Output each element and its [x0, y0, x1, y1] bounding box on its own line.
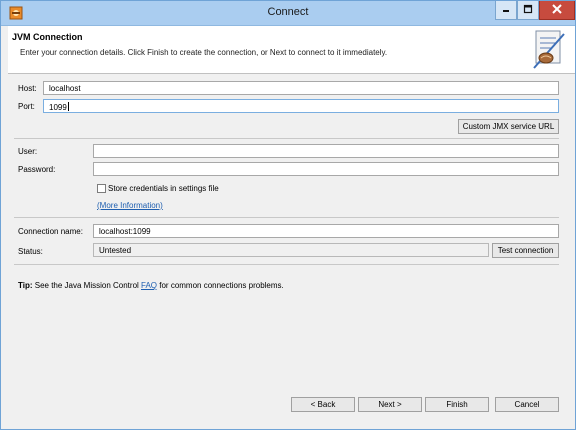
host-field[interactable]: localhost: [43, 81, 559, 95]
close-button[interactable]: [539, 1, 575, 20]
host-label: Host:: [18, 84, 37, 93]
tip-prefix: Tip:: [18, 281, 33, 290]
maximize-button[interactable]: [517, 1, 539, 20]
status-label: Status:: [18, 247, 43, 256]
next-button[interactable]: Next >: [358, 397, 422, 412]
store-credentials-checkbox[interactable]: [97, 184, 106, 193]
connection-name-label: Connection name:: [18, 227, 83, 236]
wizard-title: JVM Connection: [12, 32, 83, 42]
faq-link[interactable]: FAQ: [141, 281, 157, 290]
tip-text-before: See the Java Mission Control: [32, 281, 142, 290]
wizard-description: Enter your connection details. Click Fin…: [20, 48, 388, 57]
password-field[interactable]: [93, 162, 559, 176]
close-icon: [551, 3, 563, 17]
separator: [14, 264, 559, 265]
title-bar[interactable]: Connect: [1, 1, 575, 26]
finish-button[interactable]: Finish: [425, 397, 489, 412]
maximize-icon: [523, 4, 533, 16]
minimize-button[interactable]: [495, 1, 517, 20]
wizard-content: Host: localhost Port: 1099 Custom JMX se…: [8, 74, 575, 428]
wizard-header: JVM Connection Enter your connection det…: [8, 26, 575, 74]
store-credentials-label: Store credentials in settings file: [108, 184, 219, 193]
password-label: Password:: [18, 165, 56, 174]
text-caret: [67, 102, 69, 111]
port-field[interactable]: 1099: [43, 99, 559, 113]
cancel-button[interactable]: Cancel: [495, 397, 559, 412]
user-label: User:: [18, 147, 38, 156]
back-button[interactable]: < Back: [291, 397, 355, 412]
test-connection-button[interactable]: Test connection: [492, 243, 559, 258]
minimize-icon: [501, 4, 511, 16]
status-field: Untested: [93, 243, 489, 257]
jvm-connection-wizard-icon: [526, 28, 570, 72]
more-information-link[interactable]: (More Information): [97, 201, 163, 210]
separator: [14, 138, 559, 139]
tip-text: Tip: See the Java Mission Control FAQ fo…: [18, 281, 284, 290]
separator: [14, 217, 559, 218]
tip-text-after: for common connections problems.: [157, 281, 284, 290]
user-field[interactable]: [93, 144, 559, 158]
window-title: Connect: [267, 6, 309, 18]
connect-dialog: Connect JVM Connection Enter your connec…: [0, 0, 576, 430]
port-label: Port:: [18, 102, 35, 111]
port-value: 1099: [49, 103, 67, 112]
custom-jmx-url-button[interactable]: Custom JMX service URL: [458, 119, 559, 134]
connection-name-field[interactable]: localhost:1099: [93, 224, 559, 238]
